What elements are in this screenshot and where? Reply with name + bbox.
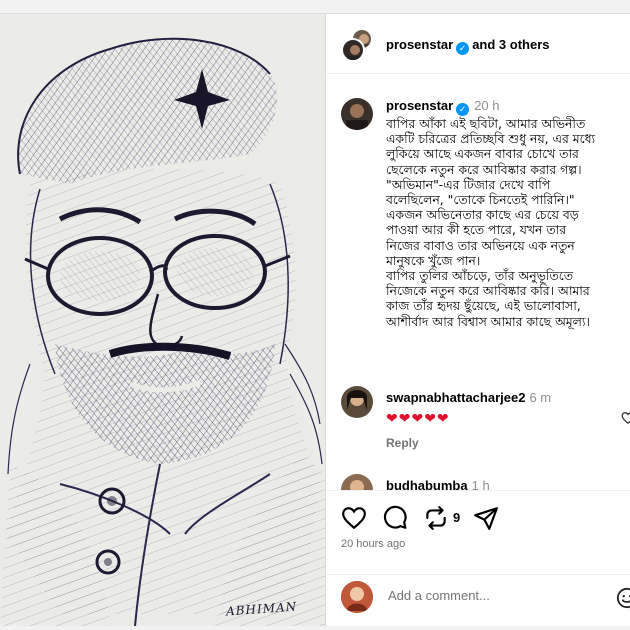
collab-avatars[interactable] (341, 28, 373, 62)
avatar[interactable] (341, 98, 373, 130)
collaborators-link[interactable]: and 3 others (472, 37, 549, 52)
repost-count[interactable]: 9 (453, 510, 460, 525)
comment-time[interactable]: 6 m (529, 390, 551, 405)
action-bar: 9 20 hours ago (327, 490, 630, 578)
verified-icon: ✓ (456, 42, 470, 55)
comment-username[interactable]: swapnabhattacharjee2 (386, 390, 525, 405)
avatar (341, 38, 365, 62)
post-image[interactable]: ABHIMAN (0, 14, 326, 626)
avatar (341, 581, 373, 613)
repost-icon[interactable] (423, 505, 449, 531)
post-timestamp[interactable]: 20 hours ago (341, 538, 405, 550)
author-username[interactable]: prosenstar (386, 37, 453, 52)
avatar[interactable] (341, 386, 373, 418)
verified-icon: ✓ (456, 103, 470, 116)
heart-icon[interactable] (341, 505, 367, 531)
post-dialog: ABHIMAN prosenstar ✓ and 3 others prosen… (0, 13, 630, 626)
add-comment-bar (327, 574, 630, 626)
post-author-line: prosenstar ✓ and 3 others (386, 37, 550, 55)
post-side-panel: prosenstar ✓ and 3 others prosenstar ✓ 20 h … (327, 14, 630, 626)
heart-icon[interactable] (621, 411, 630, 425)
reply-button[interactable]: Reply (386, 436, 419, 450)
comment-text: ❤❤❤❤❤ (386, 410, 450, 426)
caption-text: বাপির আঁকা এই ছবিটা, আমার অভিনীত একটি চর… (386, 116, 596, 329)
emoji-icon[interactable] (616, 587, 630, 609)
comment-icon[interactable] (382, 505, 408, 531)
sketch-drawing (0, 14, 325, 626)
caption: prosenstar ✓ 20 h বাপির আঁকা এই ছবিটা, আমা… (341, 86, 630, 386)
caption-time[interactable]: 20 h (474, 98, 499, 113)
comment-input[interactable] (388, 588, 588, 603)
post-header: prosenstar ✓ and 3 others (327, 14, 630, 74)
caption-username[interactable]: prosenstar (386, 98, 453, 113)
share-icon[interactable] (473, 505, 499, 531)
